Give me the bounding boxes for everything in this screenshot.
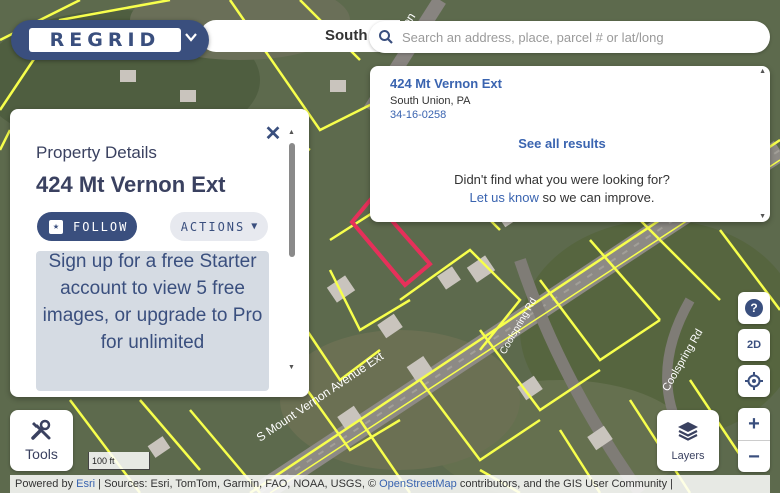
- esri-link[interactable]: Esri: [76, 478, 95, 490]
- wrench-screwdriver-icon: [31, 419, 51, 440]
- see-all-results-link[interactable]: See all results: [370, 136, 754, 151]
- scroll-down-arrow-icon[interactable]: ▼: [759, 213, 766, 220]
- layers-button[interactable]: Layers: [657, 410, 719, 471]
- upsell-text[interactable]: Sign up for a free Starter account to vi…: [36, 251, 269, 356]
- search-bar[interactable]: [369, 21, 770, 53]
- logo-text: REGRID: [49, 29, 161, 51]
- feedback-rest: so we can improve.: [538, 190, 655, 205]
- view-mode-toggle[interactable]: 2D: [738, 329, 770, 361]
- follow-label: FOLLOW: [73, 219, 129, 234]
- locate-button[interactable]: [738, 365, 770, 397]
- scale-bar: 100 ft: [88, 452, 150, 470]
- layers-icon: [678, 422, 698, 441]
- search-input[interactable]: [400, 28, 764, 46]
- search-results-dropdown: 424 Mt Vernon Ext South Union, PA 34-16-…: [370, 66, 770, 222]
- star-icon: ★: [49, 219, 63, 234]
- scroll-down-arrow-icon[interactable]: ▼: [288, 364, 295, 371]
- actions-button[interactable]: ACTIONS ▼: [170, 212, 268, 241]
- follow-button[interactable]: ★ FOLLOW: [37, 212, 137, 241]
- search-icon: [379, 30, 393, 44]
- imagery-upsell: Sign up for a free Starter account to vi…: [36, 251, 269, 391]
- scroll-up-arrow-icon[interactable]: ▲: [288, 129, 295, 136]
- zoom-control: + −: [738, 408, 770, 472]
- property-details-panel: ✕ ▲ ▼ Property Details 424 Mt Vernon Ext…: [10, 109, 309, 397]
- result-item[interactable]: 424 Mt Vernon Ext South Union, PA 34-16-…: [390, 76, 502, 121]
- attribution-rest: contributors, and the GIS User Community…: [456, 478, 673, 490]
- tools-label: Tools: [25, 446, 58, 462]
- actions-label: ACTIONS: [180, 219, 246, 234]
- let-us-know-link[interactable]: Let us know: [470, 190, 539, 205]
- crosshair-icon: [745, 372, 763, 390]
- attribution-sources: | Sources: Esri, TomTom, Garmin, FAO, NO…: [95, 478, 380, 490]
- property-title: 424 Mt Vernon Ext: [36, 172, 226, 197]
- osm-link[interactable]: OpenStreetMap: [379, 478, 457, 490]
- regrid-logo: REGRID: [29, 28, 181, 52]
- chevron-down-icon[interactable]: [181, 30, 201, 50]
- map-attribution: Powered by Esri | Sources: Esri, TomTom,…: [10, 475, 770, 493]
- result-parcel-number: 34-16-0258: [390, 109, 447, 121]
- feedback-text: Let us know so we can improve.: [370, 190, 754, 205]
- tools-button[interactable]: Tools: [10, 410, 73, 471]
- result-city: South Union, PA: [390, 95, 471, 107]
- logo-menu[interactable]: REGRID: [11, 20, 209, 60]
- help-button[interactable]: ?: [738, 292, 770, 324]
- result-address[interactable]: 424 Mt Vernon Ext: [390, 76, 502, 91]
- not-found-text: Didn't find what you were looking for?: [454, 172, 670, 187]
- scrollbar-thumb[interactable]: [289, 143, 295, 257]
- help-icon: ?: [745, 299, 763, 317]
- panel-label: Property Details: [36, 143, 157, 162]
- zoom-out-button[interactable]: −: [738, 440, 770, 473]
- attribution-powered: Powered by: [15, 478, 77, 490]
- zoom-in-button[interactable]: +: [738, 408, 770, 440]
- close-icon[interactable]: ✕: [264, 124, 282, 144]
- caret-down-icon: ▼: [251, 221, 258, 232]
- layers-label: Layers: [671, 450, 705, 462]
- scroll-up-arrow-icon[interactable]: ▲: [759, 68, 766, 75]
- panel-scrollbar[interactable]: ▲ ▼: [288, 129, 296, 379]
